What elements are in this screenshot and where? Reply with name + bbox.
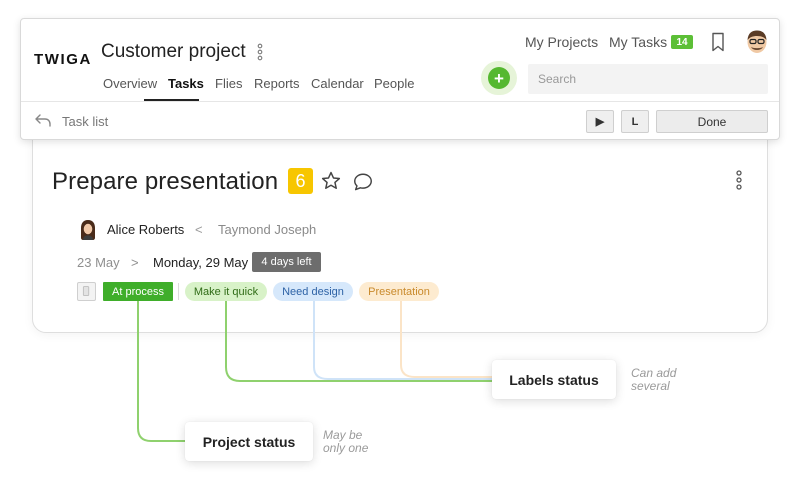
tab-reports[interactable]: Reports [254,76,300,91]
priority-badge[interactable]: 6 [288,168,313,194]
project-menu-icon[interactable] [255,42,265,62]
reporter-name[interactable]: Taymond Joseph [218,222,316,237]
add-button[interactable]: + [488,67,510,89]
search-input[interactable] [528,64,768,94]
subbar-divider [21,101,779,102]
my-projects-link[interactable]: My Projects [525,34,598,50]
task-list-link[interactable]: Task list [62,114,108,129]
done-button[interactable]: Done [656,110,768,133]
label-chip[interactable]: Make it quick [185,282,267,301]
note-line: only one [323,441,369,455]
assignee-avatar [81,220,95,240]
my-tasks-link[interactable]: My Tasks [609,34,667,50]
tab-people[interactable]: People [374,76,414,91]
days-left-badge: 4 days left [252,252,321,272]
back-arrow-icon[interactable] [34,112,52,128]
play-button[interactable]: ▶ [586,110,614,133]
comment-icon[interactable] [352,171,374,193]
bookmark-icon[interactable] [711,32,725,52]
project-title[interactable]: Customer project [101,41,246,63]
user-avatar[interactable] [745,29,769,55]
date-arrow: > [131,255,139,270]
note-line: several [631,379,670,393]
tab-overview[interactable]: Overview [103,76,157,91]
more-vertical-icon[interactable] [732,170,746,190]
due-date[interactable]: Monday, 29 May [153,255,248,270]
label-chip[interactable]: Need design [273,282,353,301]
assignee-separator: < [195,222,203,237]
project-status-chip[interactable]: At process [103,282,173,301]
attachment-icon[interactable] [77,282,96,301]
star-icon[interactable] [320,170,342,192]
tasks-count-badge: 14 [671,35,693,49]
project-status-note: May be only one [323,429,368,455]
tab-calendar[interactable]: Calendar [311,76,364,91]
chip-divider [178,283,179,300]
tab-tasks[interactable]: Tasks [168,76,204,91]
l-button[interactable]: L [621,110,649,133]
start-date[interactable]: 23 May [77,255,120,270]
assignee-name[interactable]: Alice Roberts [107,222,184,237]
label-chip[interactable]: Presentation [359,282,439,301]
project-status-callout: Project status [185,422,313,461]
labels-status-callout: Labels status [492,360,616,399]
app-logo[interactable]: TWIGA [34,51,92,68]
labels-status-note: Can add several [631,367,676,393]
task-title[interactable]: Prepare presentation [52,168,278,196]
tab-files[interactable]: Flies [215,76,242,91]
